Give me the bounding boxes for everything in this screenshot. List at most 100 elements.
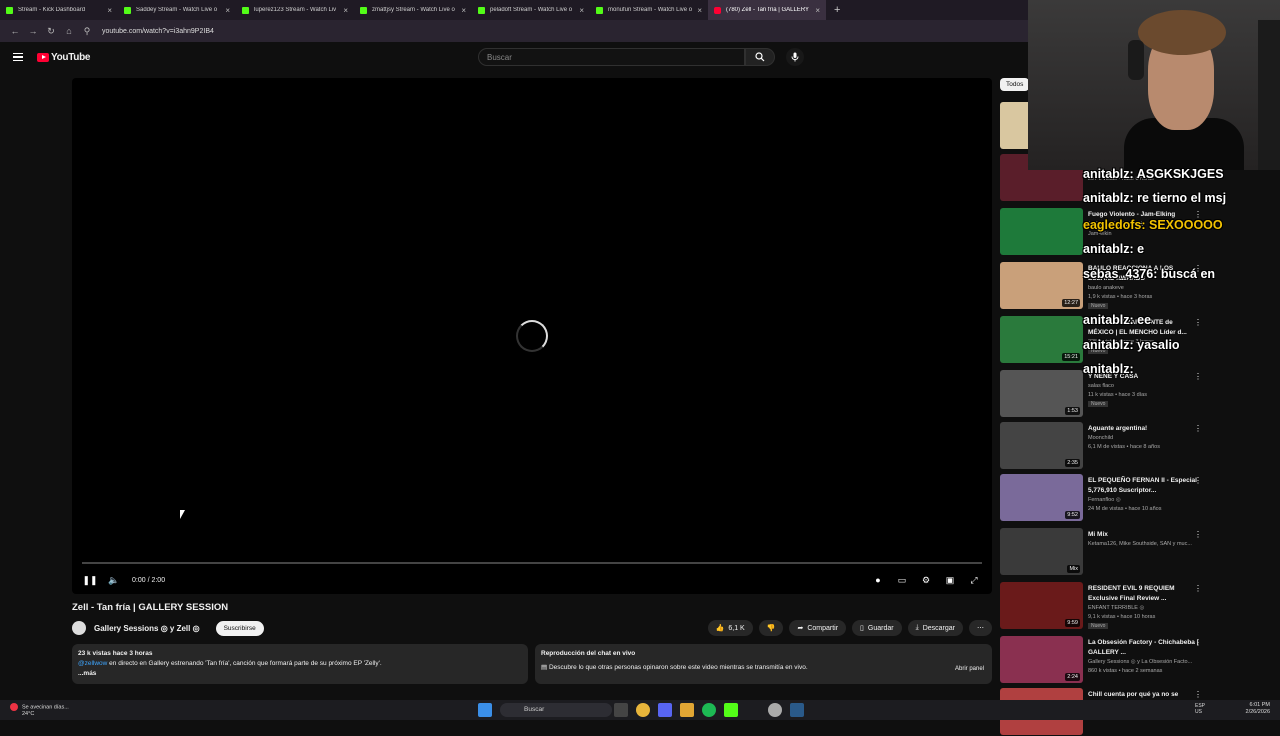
video-title[interactable]: EL PEQUEÑO FERNAN II - Especial 5,776,91… [1088, 476, 1200, 496]
browser-tab[interactable]: luperez123 Stream - Watch Liv × [236, 0, 354, 20]
browser-tab[interactable]: zmattjsy Stream - Watch Live o × [354, 0, 472, 20]
video-title[interactable]: RESIDENT EVIL 9 REQUIEM Exclusive Final … [1088, 584, 1200, 604]
description-handle[interactable]: @zellwow [78, 660, 107, 667]
reload-icon[interactable]: ↻ [42, 26, 60, 37]
kick-icon[interactable] [724, 703, 738, 717]
browser-tab[interactable]: Stream - Kick Dashboard × [0, 0, 118, 20]
like-button[interactable]: 👍 6,1 K [707, 620, 753, 636]
description-box[interactable]: 23 k vistas hace 3 horas @zellwow en dir… [72, 644, 528, 684]
site-info-icon[interactable]: ⚲ [78, 26, 96, 37]
settings-icon[interactable]: ⚙ [920, 574, 932, 586]
chrome-icon[interactable] [636, 703, 650, 717]
video-thumbnail[interactable]: Mix [1000, 528, 1083, 575]
channel-avatar[interactable] [72, 621, 86, 635]
video-title[interactable]: Mi Mix [1088, 530, 1200, 540]
fullscreen-icon[interactable]: ⤢ [968, 574, 980, 586]
subscribe-button[interactable]: Suscribirse [215, 620, 264, 636]
close-tab-icon[interactable]: × [343, 6, 348, 15]
miniplayer-icon[interactable]: ▣ [944, 574, 956, 586]
browser-tab[interactable]: (780) Zell - Tan fría | GALLERY S × [708, 0, 826, 20]
video-player[interactable]: ❚❚ 🔈 0:00 / 2:00 ● ▭ ⚙ ▣ ⤢ [72, 78, 992, 594]
youtube-play-icon [37, 52, 49, 62]
close-tab-icon[interactable]: × [225, 6, 230, 15]
close-tab-icon[interactable]: × [815, 6, 820, 15]
video-duration: 1:53 [1065, 407, 1080, 415]
dislike-button[interactable]: 👎 [758, 620, 784, 636]
chat-overlay-message: sebas_4376: buscá en [1083, 267, 1216, 281]
chat-overlay-message: anitablz: ee [1083, 313, 1152, 327]
more-options-icon[interactable]: ⋮ [1194, 584, 1202, 593]
browser-tab[interactable]: monufun Stream - Watch Live o × [590, 0, 708, 20]
windows-start-icon[interactable] [478, 703, 492, 717]
subtitles-icon[interactable]: ▭ [896, 574, 908, 586]
recommended-video[interactable]: Mix Mi Mix Ketama126, Mike Southside, SAN … [1000, 528, 1280, 576]
video-thumbnail[interactable] [1000, 208, 1083, 255]
video-thumbnail[interactable]: 2:24 [1000, 636, 1083, 683]
progress-bar[interactable] [82, 562, 982, 564]
weather-widget[interactable]: Se avecinan días... 24°C [10, 703, 69, 718]
voice-search-button[interactable] [786, 48, 804, 66]
browser-tab[interactable]: Saddey Stream - Watch Live o × [118, 0, 236, 20]
home-icon[interactable]: ⌂ [60, 26, 78, 36]
more-options-icon[interactable]: ⋮ [1194, 638, 1202, 647]
video-thumbnail[interactable]: 15:21 [1000, 316, 1083, 363]
video-thumbnail[interactable]: 1:53 [1000, 370, 1083, 417]
video-thumbnail[interactable]: 9:52 [1000, 474, 1083, 521]
share-button[interactable]: ➦ Compartir [789, 620, 847, 636]
channel-name[interactable]: Gallery Sessions ◎ y Zell ◎ [94, 624, 200, 633]
more-options-icon[interactable]: ⋮ [1194, 530, 1202, 539]
url-field[interactable]: youtube.com/watch?v=i3ahn9P2IB4 [102, 28, 214, 35]
video-thumbnail[interactable]: 9:59 [1000, 582, 1083, 629]
obs-icon[interactable] [768, 703, 782, 717]
recommended-video[interactable]: 2:24 La Obsesión Factory - Chichabeba | G… [1000, 636, 1280, 684]
menu-icon[interactable] [13, 51, 23, 64]
video-stats: 6,1 M de vistas • hace 8 años [1088, 444, 1160, 450]
youtube-favicon-icon [714, 6, 721, 14]
youtube-logo[interactable]: YouTube [37, 52, 91, 63]
folder-icon[interactable] [680, 703, 694, 717]
recommended-video[interactable]: 2:35 Aguante argentina! Moonchild 6,1 M de … [1000, 422, 1280, 470]
recommended-video[interactable]: 9:52 EL PEQUEÑO FERNAN II - Especial 5,77… [1000, 474, 1280, 522]
video-title[interactable]: La Obsesión Factory - Chichabeba | GALLE… [1088, 638, 1200, 658]
more-options-icon[interactable]: ⋮ [1194, 372, 1202, 381]
more-link[interactable]: ...más [78, 669, 522, 679]
steam-icon[interactable] [790, 703, 804, 717]
video-title[interactable]: Chill cuenta por qué ya no se [1088, 690, 1200, 700]
autoplay-toggle-icon[interactable]: ● [872, 574, 884, 586]
filter-chip-all[interactable]: Todos [1000, 78, 1030, 91]
close-tab-icon[interactable]: × [107, 6, 112, 15]
pause-icon[interactable]: ❚❚ [82, 574, 97, 586]
back-icon[interactable]: ← [6, 26, 24, 36]
kick-favicon-icon [478, 6, 485, 14]
recommended-video[interactable]: 1:53 Y NENE Y CASA salas flaco 11 k vistas … [1000, 370, 1280, 418]
close-tab-icon[interactable]: × [697, 6, 702, 15]
video-title[interactable]: Aguante argentina! [1088, 424, 1200, 434]
more-options-icon[interactable]: ⋮ [1194, 476, 1202, 485]
video-thumbnail[interactable]: 12:27 [1000, 262, 1083, 309]
new-tab-icon[interactable]: + [834, 4, 840, 16]
clock[interactable]: 6:01 PM 2/26/2026 [1246, 702, 1270, 716]
language-indicator[interactable]: ESP US [1195, 703, 1205, 715]
video-channel: ENFANT TERRIBLE ◎ [1088, 605, 1145, 611]
discord-icon[interactable] [658, 703, 672, 717]
close-tab-icon[interactable]: × [579, 6, 584, 15]
browser-tab[interactable]: peladoft Stream - Watch Live o × [472, 0, 590, 20]
close-tab-icon[interactable]: × [461, 6, 466, 15]
more-options-icon[interactable]: ⋮ [1194, 690, 1202, 699]
more-actions-button[interactable]: ⋯ [969, 620, 992, 636]
save-button[interactable]: ▯ Guardar [852, 620, 902, 636]
kick-favicon-icon [360, 6, 367, 14]
open-panel-button[interactable]: Abrir panel [955, 664, 984, 674]
search-button[interactable] [745, 48, 775, 66]
recommended-video[interactable]: 9:59 RESIDENT EVIL 9 REQUIEM Exclusive Fi… [1000, 582, 1280, 630]
taskbar-search[interactable]: Buscar [500, 703, 612, 717]
volume-icon[interactable]: 🔈 [108, 574, 120, 586]
video-thumbnail[interactable]: 2:35 [1000, 422, 1083, 469]
search-input[interactable]: Buscar [478, 48, 745, 66]
spotify-icon[interactable] [702, 703, 716, 717]
more-options-icon[interactable]: ⋮ [1194, 318, 1202, 327]
task-view-icon[interactable] [614, 703, 628, 717]
forward-icon[interactable]: → [24, 26, 42, 36]
download-button[interactable]: ⤓ Descargar [907, 620, 963, 636]
more-options-icon[interactable]: ⋮ [1194, 424, 1202, 433]
